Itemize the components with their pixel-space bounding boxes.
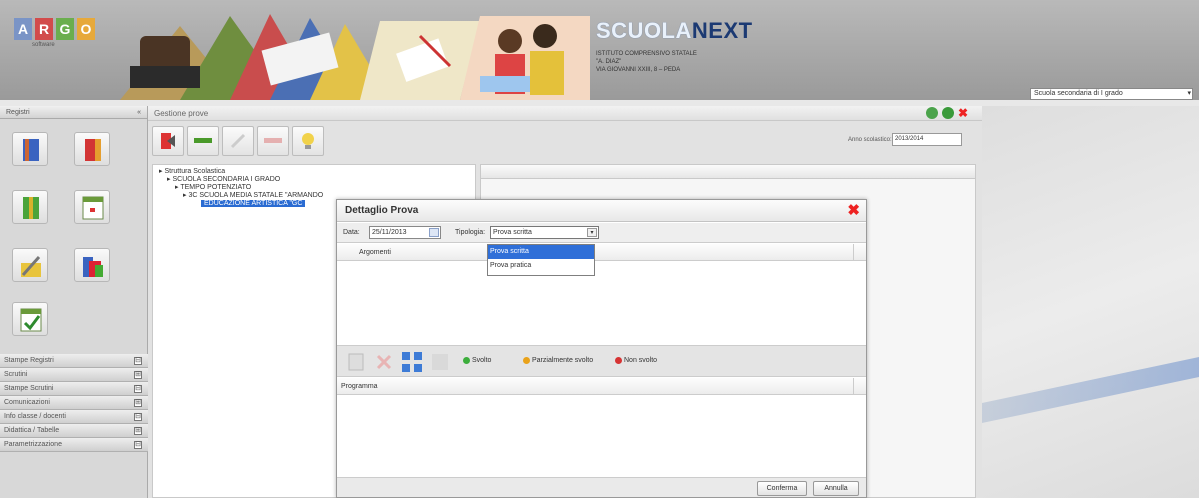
date-label: Data: xyxy=(343,229,360,236)
book-green-icon xyxy=(23,197,39,219)
x-icon xyxy=(376,354,392,370)
add-button[interactable] xyxy=(187,126,219,156)
expand-icon[interactable]: ⊞ xyxy=(134,399,142,407)
expand-icon[interactable]: ⊟ xyxy=(134,357,142,365)
maximize-icon[interactable] xyxy=(942,107,954,119)
registro-classe-button[interactable] xyxy=(12,132,48,166)
tipologia-label: Tipologia: xyxy=(455,229,486,236)
exit-door-icon xyxy=(161,133,175,149)
tipologia-select[interactable]: Prova scritta ▾ xyxy=(490,226,599,239)
argo-logo: A R G O xyxy=(14,18,95,40)
sidebar-item-stampe-registri[interactable]: Stampe Registri ⊟ xyxy=(0,354,148,368)
programma-grid: Programma xyxy=(337,378,866,478)
sidebar: Registri « Stampe Registri ⊟ Scrutini ⊞ … xyxy=(0,106,148,498)
red-dot-icon xyxy=(615,357,622,364)
sidebar-item-scrutini[interactable]: Scrutini ⊞ xyxy=(0,368,148,382)
delete-button[interactable] xyxy=(257,126,289,156)
sidebar-item-didattica[interactable]: Didattica / Tabelle ⊞ xyxy=(0,424,148,438)
calendar-icon xyxy=(82,196,104,220)
book-red-icon xyxy=(85,139,101,161)
registro-green-button[interactable] xyxy=(12,190,48,224)
collapse-icon[interactable]: « xyxy=(137,106,141,119)
dialog-footer: Conferma Annulla xyxy=(337,477,866,497)
dialog-toolbar: Svolto Parzialmente svolto Non svolto xyxy=(337,345,866,377)
school-type-select[interactable]: Scuola secondaria di I grado ▾ xyxy=(1030,88,1193,100)
tree-node-root[interactable]: ▸ Struttura Scolastica xyxy=(159,167,225,175)
edit-button[interactable] xyxy=(222,126,254,156)
sidebar-item-stampe-scrutini[interactable]: Stampe Scrutini ⊟ xyxy=(0,382,148,396)
orange-dot-icon xyxy=(523,357,530,364)
main-toolbar xyxy=(152,126,324,160)
option-prova-pratica[interactable]: Prova pratica xyxy=(488,259,594,273)
pencil-paper-icon xyxy=(21,256,41,277)
hint-button[interactable] xyxy=(292,126,324,156)
expand-icon[interactable]: ⊞ xyxy=(134,427,142,435)
logo-subtitle: software xyxy=(32,42,55,48)
sidebar-title: Registri « xyxy=(0,106,147,119)
sidebar-item-info-classe[interactable]: Info classe / docenti ⊟ xyxy=(0,410,148,424)
chevron-down-icon: ▾ xyxy=(587,228,597,237)
date-input[interactable]: 25/11/2013 xyxy=(369,226,441,239)
chevron-down-icon: ▾ xyxy=(1187,90,1191,97)
close-icon[interactable]: ✖ xyxy=(958,107,970,119)
programma-header: Programma xyxy=(337,378,866,395)
exit-button[interactable] xyxy=(152,126,184,156)
legend-svolto: Svolto xyxy=(463,357,491,364)
expand-icon[interactable]: ⊞ xyxy=(134,371,142,379)
header-banner-illustration xyxy=(120,14,590,100)
panel-title: Gestione prove ✖ xyxy=(148,106,982,121)
tree-node-tempo[interactable]: ▸ TEMPO POTENZIATO xyxy=(175,183,251,191)
app-header: A R G O software SCUOLANEXT ISTITUTO COM… xyxy=(0,0,1199,100)
checkmark-calendar-icon xyxy=(20,308,42,332)
pencil-icon xyxy=(230,133,246,149)
add-bar-icon xyxy=(194,138,212,143)
dialog-title: Dettaglio Prova ✖ xyxy=(337,200,866,222)
tipologia-dropdown: Prova scritta Prova pratica xyxy=(487,244,595,276)
background-area xyxy=(982,106,1199,498)
sidebar-item-parametrizzazione[interactable]: Parametrizzazione ⊟ xyxy=(0,438,148,452)
legend-non-svolto: Non svolto xyxy=(615,357,657,364)
remove-bar-icon xyxy=(264,138,282,143)
copy-icon xyxy=(348,353,364,371)
anno-scolastico-label: Anno scolastico: xyxy=(848,137,892,143)
close-icon[interactable]: ✖ xyxy=(847,202,860,220)
argomenti-grid: Argomenti xyxy=(337,244,866,344)
sidebar-menu: Stampe Registri ⊟ Scrutini ⊞ Stampe Scruti… xyxy=(0,354,148,452)
check-calendar-button[interactable] xyxy=(12,302,48,336)
reports-button[interactable] xyxy=(74,248,110,282)
expand-icon[interactable]: ⊟ xyxy=(134,385,142,393)
argomenti-header: Argomenti xyxy=(337,244,866,261)
conferma-button[interactable]: Conferma xyxy=(757,481,807,496)
collapse-arrows-icon xyxy=(432,354,448,370)
book-blue-icon xyxy=(23,139,39,161)
anno-scolastico-select[interactable]: 2013/2014 xyxy=(892,133,962,146)
minimize-icon[interactable] xyxy=(926,107,938,119)
tree-node-class[interactable]: ▸ 3C SCUOLA MEDIA STATALE "ARMANDO xyxy=(183,191,323,199)
scuolanext-logo: SCUOLANEXT xyxy=(596,18,753,43)
tree-node-subject[interactable]: EDUCAZIONE ARTISTICA "GC xyxy=(201,200,306,207)
chart-books-icon xyxy=(83,257,103,277)
school-info: ISTITUTO COMPRENSIVO STATALE "A. DIAZ" V… xyxy=(596,51,697,73)
expand-icon[interactable]: ⊟ xyxy=(134,413,142,421)
edit-notes-button[interactable] xyxy=(12,248,48,282)
dettaglio-prova-dialog: Dettaglio Prova ✖ Data: 25/11/2013 Tipol… xyxy=(336,199,867,498)
annulla-button[interactable]: Annulla xyxy=(813,481,859,496)
remove-button[interactable] xyxy=(371,349,397,375)
expand-button[interactable] xyxy=(399,349,425,375)
sidebar-item-comunicazioni[interactable]: Comunicazioni ⊞ xyxy=(0,396,148,410)
expand-icon[interactable]: ⊟ xyxy=(134,441,142,449)
calendar-button[interactable] xyxy=(74,190,110,224)
calendar-icon[interactable] xyxy=(429,228,439,237)
form-row: Data: 25/11/2013 Tipologia: Prova scritt… xyxy=(337,223,866,243)
legend-parzialmente: Parzialmente svolto xyxy=(523,357,593,364)
registro-docente-button[interactable] xyxy=(74,132,110,166)
expand-arrows-icon xyxy=(402,352,422,372)
lightbulb-icon xyxy=(302,133,314,149)
tree-node-school[interactable]: ▸ SCUOLA SECONDARIA I GRADO xyxy=(167,175,280,183)
copy-button[interactable] xyxy=(343,349,369,375)
option-prova-scritta[interactable]: Prova scritta xyxy=(488,245,594,259)
green-dot-icon xyxy=(463,357,470,364)
collapse-button[interactable] xyxy=(427,349,453,375)
